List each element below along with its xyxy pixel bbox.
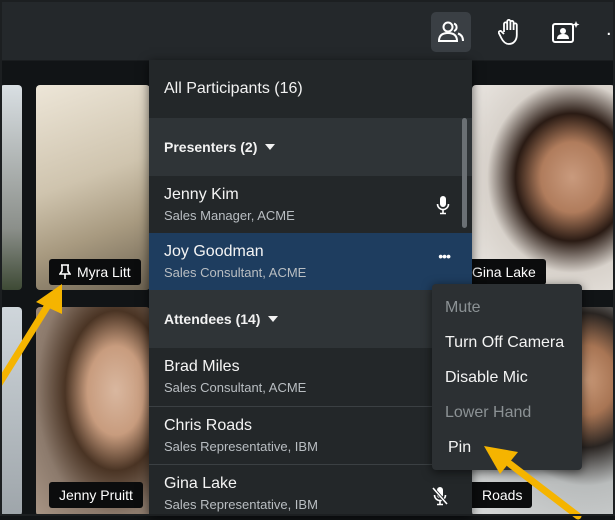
more-options-icon[interactable]: ••• xyxy=(438,248,451,264)
panel-scrollbar[interactable] xyxy=(462,118,467,228)
name-tag-label: Myra Litt xyxy=(77,264,131,280)
participant-row-brad-miles[interactable]: Brad Miles Sales Consultant, ACME xyxy=(149,348,472,405)
video-tile-jenny-pruitt[interactable]: Jenny Pruitt xyxy=(36,307,150,516)
presenters-section-header[interactable]: Presenters (2) xyxy=(149,118,472,176)
participant-context-menu: Mute Turn Off Camera Disable Mic Lower H… xyxy=(432,284,582,470)
name-tag-label: Gina Lake xyxy=(472,264,536,280)
participants-panel: All Participants (16) Presenters (2) Jen… xyxy=(149,60,472,516)
caret-down-icon xyxy=(268,316,279,322)
microphone-icon xyxy=(436,195,450,220)
participants-button[interactable] xyxy=(431,12,471,52)
video-tile-left-top xyxy=(0,85,22,290)
name-tag-label: Jenny Pruitt xyxy=(59,487,133,503)
raise-hand-button[interactable] xyxy=(490,12,530,52)
name-tag-label: Roads xyxy=(482,487,523,503)
name-tag-gina-lake: Gina Lake xyxy=(472,259,546,285)
attendees-label: Attendees (14) xyxy=(164,311,261,327)
participant-name: Gina Lake xyxy=(164,475,237,492)
caret-down-icon xyxy=(265,144,276,150)
participant-row-joy-goodman[interactable]: Joy Goodman Sales Consultant, ACME ••• xyxy=(149,233,472,290)
attendees-section-header[interactable]: Attendees (14) xyxy=(149,290,472,348)
name-tag-jenny-pruitt: Jenny Pruitt xyxy=(49,482,143,508)
participant-name: Brad Miles xyxy=(164,358,240,375)
participant-name: Jenny Kim xyxy=(164,186,239,203)
contact-card-button[interactable] xyxy=(546,12,586,52)
top-toolbar: . xyxy=(0,0,615,61)
presenters-label: Presenters (2) xyxy=(164,139,258,155)
name-tag-myra-litt: Myra Litt xyxy=(49,259,141,285)
video-tile-myra-litt[interactable]: Myra Litt xyxy=(36,85,150,290)
panel-header: All Participants (16) xyxy=(149,60,472,118)
participant-subtitle: Sales Representative, IBM xyxy=(164,439,318,454)
pin-icon xyxy=(59,264,71,279)
menu-item-turn-off-camera[interactable]: Turn Off Camera xyxy=(445,334,564,352)
participant-subtitle: Sales Consultant, ACME xyxy=(164,380,307,395)
microphone-muted-icon xyxy=(431,486,449,511)
menu-item-disable-mic[interactable]: Disable Mic xyxy=(445,369,528,387)
participant-subtitle: Sales Manager, ACME xyxy=(164,208,295,223)
video-tile-gina-lake[interactable]: Gina Lake xyxy=(472,85,615,290)
video-tile-left-bottom xyxy=(0,307,22,516)
more-icon[interactable]: . xyxy=(606,18,612,41)
contact-card-icon xyxy=(552,21,580,43)
name-tag-chris-roads: Roads xyxy=(472,482,533,508)
menu-item-pin[interactable]: Pin xyxy=(448,439,471,457)
participants-icon xyxy=(437,21,464,42)
participant-subtitle: Sales Consultant, ACME xyxy=(164,265,307,280)
participant-name: Joy Goodman xyxy=(164,243,264,260)
raise-hand-icon xyxy=(498,19,518,45)
participant-row-chris-roads[interactable]: Chris Roads Sales Representative, IBM xyxy=(149,406,472,463)
panel-title: All Participants (16) xyxy=(164,80,303,97)
participant-subtitle: Sales Representative, IBM xyxy=(164,497,318,512)
menu-item-lower-hand: Lower Hand xyxy=(445,404,532,421)
participant-row-gina-lake[interactable]: Gina Lake Sales Representative, IBM xyxy=(149,464,472,516)
menu-item-mute: Mute xyxy=(445,299,481,316)
participant-name: Chris Roads xyxy=(164,417,253,434)
participant-row-jenny-kim[interactable]: Jenny Kim Sales Manager, ACME xyxy=(149,176,472,233)
